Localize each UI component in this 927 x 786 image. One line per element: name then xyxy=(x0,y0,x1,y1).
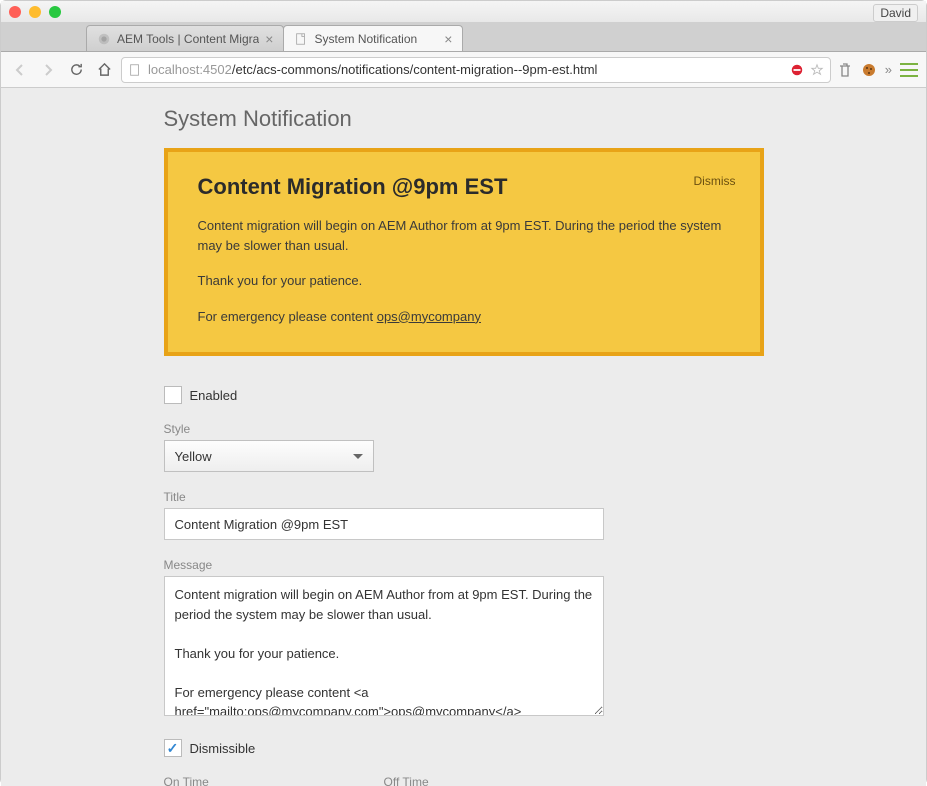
notification-paragraph: For emergency please content ops@mycompa… xyxy=(198,307,730,327)
trash-icon[interactable] xyxy=(837,61,853,79)
url-port: :4502 xyxy=(199,62,232,77)
notification-paragraph: Thank you for your patience. xyxy=(198,271,730,291)
block-icon[interactable] xyxy=(790,63,804,77)
forward-button[interactable] xyxy=(37,59,59,81)
back-button[interactable] xyxy=(9,59,31,81)
title-label: Title xyxy=(164,490,764,504)
enabled-checkbox[interactable] xyxy=(164,386,182,404)
url-host: localhost xyxy=(148,62,199,77)
style-label: Style xyxy=(164,422,764,436)
tab-aem-tools[interactable]: AEM Tools | Content Migra × xyxy=(86,25,284,51)
notification-preview: Dismiss Content Migration @9pm EST Conte… xyxy=(164,148,764,356)
notification-body: Content migration will begin on AEM Auth… xyxy=(198,216,730,326)
page-icon xyxy=(128,63,142,77)
dismissible-checkbox[interactable] xyxy=(164,739,182,757)
address-bar[interactable]: localhost:4502/etc/acs-commons/notificat… xyxy=(121,57,831,83)
window-minimize-button[interactable] xyxy=(29,6,41,18)
window-title-bar: David xyxy=(1,1,926,23)
message-label: Message xyxy=(164,558,764,572)
toolbar: localhost:4502/etc/acs-commons/notificat… xyxy=(1,52,926,88)
window-maximize-button[interactable] xyxy=(49,6,61,18)
home-button[interactable] xyxy=(93,59,115,81)
reload-icon xyxy=(69,62,84,77)
off-time-label: Off Time xyxy=(384,775,554,786)
cookie-icon[interactable] xyxy=(861,62,877,78)
enabled-label: Enabled xyxy=(190,388,238,403)
more-icon[interactable]: » xyxy=(885,62,892,77)
email-link[interactable]: ops@mycompany xyxy=(377,309,481,324)
page-title: System Notification xyxy=(164,106,764,132)
page-icon xyxy=(294,32,308,46)
tab-title: AEM Tools | Content Migra xyxy=(117,32,259,46)
home-icon xyxy=(97,62,112,77)
dismissible-label: Dismissible xyxy=(190,741,256,756)
style-value: Yellow xyxy=(175,449,212,464)
title-input[interactable] xyxy=(164,508,604,540)
favicon-icon xyxy=(97,32,111,46)
tab-system-notification[interactable]: System Notification × xyxy=(283,25,463,51)
page-body: System Notification Dismiss Content Migr… xyxy=(1,88,926,786)
on-time-label: On Time xyxy=(164,775,334,786)
traffic-lights xyxy=(9,6,61,18)
star-icon[interactable] xyxy=(810,63,824,77)
style-select[interactable]: Yellow xyxy=(164,440,374,472)
url-path: /etc/acs-commons/notifications/content-m… xyxy=(232,62,598,77)
tab-bar: AEM Tools | Content Migra × System Notif… xyxy=(1,23,926,52)
menu-button[interactable] xyxy=(900,63,918,77)
close-icon[interactable]: × xyxy=(265,31,273,47)
close-icon[interactable]: × xyxy=(444,31,452,47)
message-textarea[interactable]: Content migration will begin on AEM Auth… xyxy=(164,576,604,716)
user-badge[interactable]: David xyxy=(873,4,918,22)
chevron-down-icon xyxy=(353,454,363,459)
dismiss-link[interactable]: Dismiss xyxy=(694,174,736,188)
tab-title: System Notification xyxy=(314,32,438,46)
arrow-right-icon xyxy=(40,62,56,78)
arrow-left-icon xyxy=(12,62,28,78)
reload-button[interactable] xyxy=(65,59,87,81)
window-close-button[interactable] xyxy=(9,6,21,18)
notification-paragraph: Content migration will begin on AEM Auth… xyxy=(198,216,730,255)
notification-title: Content Migration @9pm EST xyxy=(198,174,730,200)
